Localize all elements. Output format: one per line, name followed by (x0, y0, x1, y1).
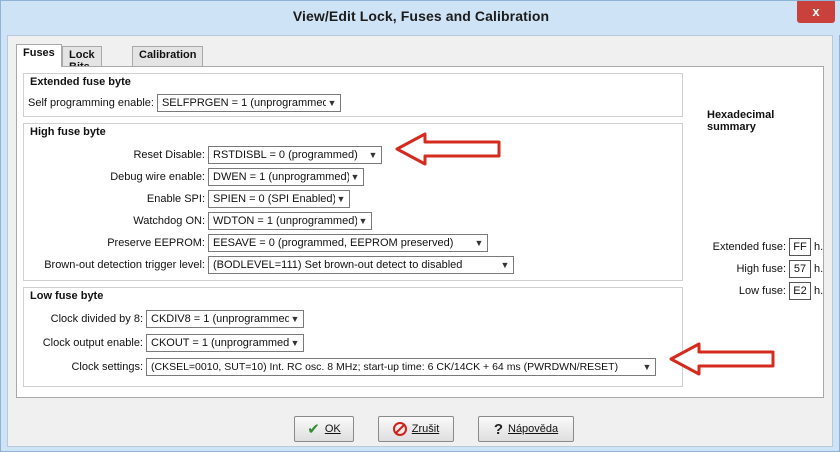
bodlevel-label: Brown-out detection trigger level: (44, 259, 205, 271)
hex-extended-row: Extended fuse: FF h. (689, 237, 823, 257)
annotation-arrow-reset (395, 132, 501, 166)
dwen-label: Debug wire enable: (110, 171, 205, 183)
chevron-down-icon: ▼ (358, 216, 368, 226)
hex-high-row: High fuse: 57 h. (689, 259, 823, 279)
hex-high-label: High fuse: (736, 263, 786, 275)
rstdisbl-label: Reset Disable: (133, 149, 205, 161)
ckout-value: CKOUT = 1 (unprogrammed) (151, 337, 289, 349)
button-bar: ✔ OK Zrušit ? Nápověda (8, 408, 834, 446)
rstdisbl-select[interactable]: RSTDISBL = 0 (programmed) ▼ (208, 146, 382, 164)
chevron-down-icon: ▼ (642, 362, 652, 372)
help-label: Nápověda (508, 423, 559, 435)
help-button[interactable]: ? Nápověda (478, 416, 574, 442)
hex-high-suffix: h. (814, 263, 824, 275)
ckdiv8-label: Clock divided by 8: (50, 313, 143, 325)
tab-calibration[interactable]: Calibration (132, 46, 204, 66)
eesave-value: EESAVE = 0 (programmed, EEPROM preserved… (213, 237, 454, 249)
wdton-select[interactable]: WDTON = 1 (unprogrammed) ▼ (208, 212, 372, 230)
high-fuse-title: High fuse byte (30, 126, 106, 138)
cksel-value: (CKSEL=0010, SUT=10) Int. RC osc. 8 MHz;… (151, 361, 619, 373)
tab-fuses[interactable]: Fuses (16, 44, 62, 67)
spien-value: SPIEN = 0 (SPI Enabled) (213, 193, 335, 205)
ok-label: OK (324, 423, 341, 435)
cksel-label: Clock settings: (71, 361, 143, 373)
hex-low-suffix: h. (814, 285, 824, 297)
dwen-row: Debug wire enable: DWEN = 1 (unprogramme… (28, 168, 364, 186)
chevron-down-icon: ▼ (350, 172, 360, 182)
tab-lock-bits[interactable]: Lock Bits (62, 46, 102, 73)
low-fuse-title: Low fuse byte (30, 290, 104, 302)
bodlevel-row: Brown-out detection trigger level: (BODL… (28, 256, 514, 274)
wdton-label: Watchdog ON: (133, 215, 205, 227)
cancel-button[interactable]: Zrušit (378, 416, 454, 442)
rstdisbl-value: RSTDISBL = 0 (programmed) (213, 149, 358, 161)
fuses-panel: Extended fuse byte Self programming enab… (16, 66, 824, 398)
spien-select[interactable]: SPIEN = 0 (SPI Enabled) ▼ (208, 190, 350, 208)
low-fuse-group: Low fuse byte Clock divided by 8: CKDIV8… (23, 287, 683, 387)
hex-summary-title: Hexadecimal summary (707, 109, 775, 133)
rstdisbl-row: Reset Disable: RSTDISBL = 0 (programmed)… (28, 146, 382, 164)
extended-fuse-title: Extended fuse byte (30, 76, 131, 88)
annotation-arrow-clock (669, 342, 775, 376)
dwen-value: DWEN = 1 (unprogrammed) (213, 171, 349, 183)
eesave-row: Preserve EEPROM: EESAVE = 0 (programmed,… (28, 234, 488, 252)
hex-extended-label: Extended fuse: (712, 241, 786, 253)
dialog-window: View/Edit Lock, Fuses and Calibration x … (0, 0, 840, 452)
dialog-client: Fuses Lock Bits Calibration Extended fus… (7, 35, 833, 447)
check-icon: ✔ (307, 421, 320, 438)
ckdiv8-select[interactable]: CKDIV8 = 1 (unprogrammed) ▼ (146, 310, 304, 328)
bodlevel-select[interactable]: (BODLEVEL=111) Set brown-out detect to d… (208, 256, 514, 274)
selfprgen-label: Self programming enable: (28, 97, 154, 109)
cksel-row: Clock settings: (CKSEL=0010, SUT=10) Int… (28, 358, 656, 376)
hex-low-input[interactable]: E2 (789, 282, 811, 300)
chevron-down-icon: ▼ (290, 338, 300, 348)
chevron-down-icon: ▼ (336, 194, 346, 204)
chevron-down-icon: ▼ (500, 260, 510, 270)
spien-row: Enable SPI: SPIEN = 0 (SPI Enabled) ▼ (28, 190, 350, 208)
cancel-label: Zrušit (411, 423, 440, 435)
eesave-select[interactable]: EESAVE = 0 (programmed, EEPROM preserved… (208, 234, 488, 252)
high-fuse-group: High fuse byte Reset Disable: RSTDISBL =… (23, 123, 683, 281)
hex-extended-input[interactable]: FF (789, 238, 811, 256)
chevron-down-icon: ▼ (290, 314, 300, 324)
ckdiv8-value: CKDIV8 = 1 (unprogrammed) (151, 313, 289, 325)
cksel-select[interactable]: (CKSEL=0010, SUT=10) Int. RC osc. 8 MHz;… (146, 358, 656, 376)
ok-button[interactable]: ✔ OK (294, 416, 354, 442)
extended-fuse-group: Extended fuse byte Self programming enab… (23, 73, 683, 117)
ckout-select[interactable]: CKOUT = 1 (unprogrammed) ▼ (146, 334, 304, 352)
selfprgen-select[interactable]: SELFPRGEN = 1 (unprogrammed) ▼ (156, 94, 341, 112)
chevron-down-icon: ▼ (474, 238, 484, 248)
hex-low-row: Low fuse: E2 h. (689, 281, 823, 301)
chevron-down-icon: ▼ (327, 98, 337, 108)
hex-high-input[interactable]: 57 (789, 260, 811, 278)
dwen-select[interactable]: DWEN = 1 (unprogrammed) ▼ (208, 168, 364, 186)
wdton-value: WDTON = 1 (unprogrammed) (213, 215, 357, 227)
question-icon: ? (493, 420, 503, 438)
chevron-down-icon: ▼ (368, 150, 378, 160)
ckout-row: Clock output enable: CKOUT = 1 (unprogra… (28, 334, 304, 352)
close-button[interactable]: x (797, 1, 835, 23)
wdton-row: Watchdog ON: WDTON = 1 (unprogrammed) ▼ (28, 212, 372, 230)
title-bar: View/Edit Lock, Fuses and Calibration x (1, 1, 840, 35)
selfprgen-value: SELFPRGEN = 1 (unprogrammed) (161, 97, 326, 109)
bodlevel-value: (BODLEVEL=111) Set brown-out detect to d… (213, 259, 463, 271)
window-title: View/Edit Lock, Fuses and Calibration (292, 8, 550, 24)
ckdiv8-row: Clock divided by 8: CKDIV8 = 1 (unprogra… (28, 310, 304, 328)
ckout-label: Clock output enable: (42, 337, 143, 349)
hex-extended-suffix: h. (814, 241, 824, 253)
eesave-label: Preserve EEPROM: (107, 237, 205, 249)
selfprgen-row: Self programming enable: SELFPRGEN = 1 (… (28, 94, 341, 112)
cancel-icon (392, 422, 407, 436)
spien-label: Enable SPI: (146, 193, 205, 205)
hex-low-label: Low fuse: (738, 285, 786, 297)
